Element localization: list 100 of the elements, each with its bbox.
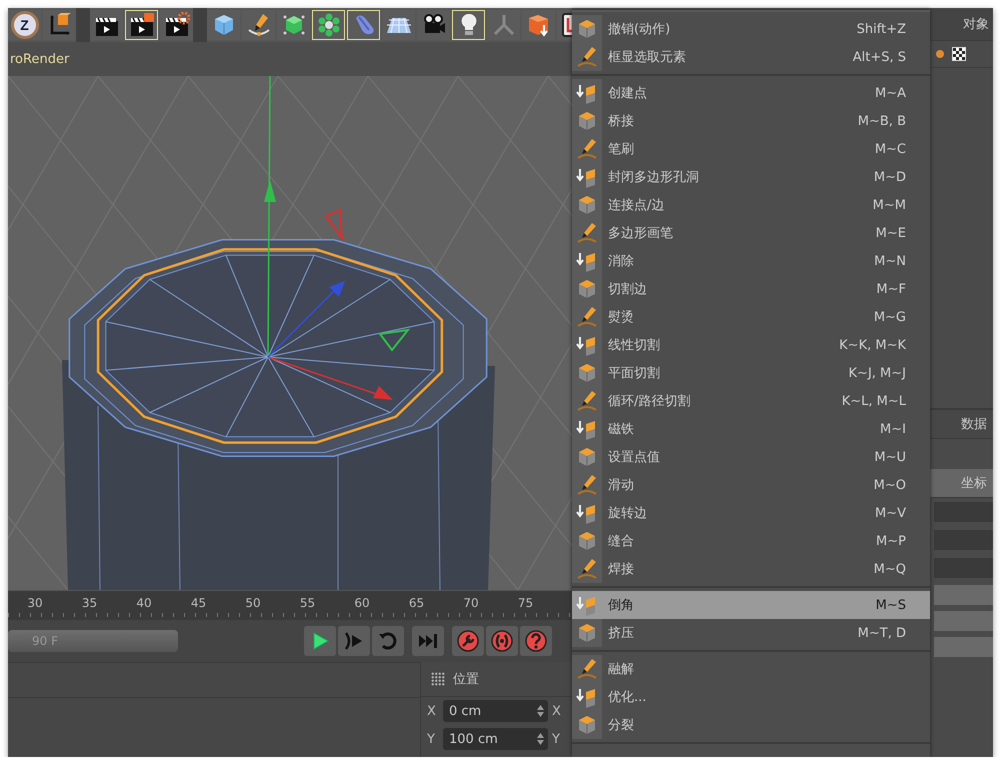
arrows-icon xyxy=(576,594,598,616)
pen-icon xyxy=(576,306,598,328)
checker-icon xyxy=(952,47,966,61)
menu-label: 分裂 xyxy=(607,717,635,734)
menu-label: 撤销(动作) xyxy=(607,21,672,38)
arrows-icon xyxy=(576,334,598,356)
shortcut-text: M~T, D xyxy=(858,626,907,640)
menu-label: 消除 xyxy=(607,253,635,270)
menu-label: 融解 xyxy=(607,661,635,678)
cube-icon xyxy=(576,362,598,384)
frame-number: 75 xyxy=(518,596,534,610)
shortcut-text: K~J, M~J xyxy=(848,366,907,380)
pen-icon xyxy=(576,138,598,160)
cube-icon xyxy=(576,194,598,216)
cube-icon xyxy=(576,446,598,468)
shortcut-text: M~S xyxy=(876,598,907,612)
axis-label: Y xyxy=(427,732,436,746)
toolbar-button[interactable] xyxy=(160,10,193,40)
menu-label: 框显选取元素 xyxy=(607,49,687,66)
cube-icon xyxy=(576,530,598,552)
menu-label: 熨烫 xyxy=(607,309,635,326)
pen-icon xyxy=(576,222,598,244)
shortcut-text: M~B, B xyxy=(858,114,907,128)
pen-icon xyxy=(576,46,598,68)
shortcut-text: M~G xyxy=(874,310,907,324)
shortcut-text: M~N xyxy=(874,254,907,268)
menu-label: 优化... xyxy=(607,689,648,706)
pen-icon xyxy=(246,12,272,38)
menu-label: 切割边 xyxy=(607,281,648,298)
menu-label: 设置点值 xyxy=(607,449,661,466)
playback-button[interactable] xyxy=(338,626,370,656)
menu-label: 缝合 xyxy=(607,533,635,550)
dot-icon xyxy=(936,50,944,58)
input-field[interactable] xyxy=(934,502,993,522)
shortcut-text: K~L, M~L xyxy=(842,394,907,408)
cube-icon xyxy=(576,278,598,300)
frame-number: 70 xyxy=(463,596,479,610)
menu-label: 多边形画笔 xyxy=(607,225,674,242)
menu-item[interactable]: 倒角 M~S xyxy=(572,591,930,619)
cube-icon xyxy=(576,110,598,132)
toolbar-button[interactable] xyxy=(43,10,76,40)
pen-icon xyxy=(576,558,598,580)
coordinate-field[interactable]: 0 cm xyxy=(443,700,548,722)
playback-button[interactable] xyxy=(372,626,404,656)
axis-label: X xyxy=(552,704,562,718)
spinner-icon xyxy=(537,733,544,745)
clapperboard-icon xyxy=(128,12,154,38)
playback-button[interactable] xyxy=(486,626,518,656)
playback-button[interactable] xyxy=(520,626,552,656)
shortcut-text: M~Q xyxy=(874,562,907,576)
spinner-icon xyxy=(537,705,544,717)
menu-label: 循环/路径切割 xyxy=(607,393,692,410)
menu-label: 平面切割 xyxy=(607,365,661,382)
tab[interactable]: 坐标 xyxy=(930,469,993,498)
key-icon xyxy=(457,630,479,652)
toolbar-button[interactable] xyxy=(417,10,450,40)
axis-label: X xyxy=(427,704,437,718)
arrows-icon xyxy=(576,418,598,440)
toolbar-button[interactable] xyxy=(522,10,555,40)
shortcut-text: M~A xyxy=(874,86,907,100)
shortcut-text: M~O xyxy=(874,478,907,492)
input-field[interactable] xyxy=(934,530,993,550)
cluster-icon xyxy=(316,12,342,38)
panel-header: 对象 xyxy=(963,16,989,33)
panel-title: 位置 xyxy=(453,671,479,688)
toolbar-button[interactable] xyxy=(125,10,158,40)
playback-button[interactable] xyxy=(412,626,444,656)
clapperboard-icon xyxy=(164,12,190,38)
cube-icon xyxy=(576,622,598,644)
property-bar xyxy=(934,585,993,605)
playback-button[interactable] xyxy=(452,626,484,656)
shortcut-text: M~E xyxy=(876,226,907,240)
playback-button[interactable] xyxy=(304,626,336,656)
arrows-icon xyxy=(576,166,598,188)
menu-label: 焊接 xyxy=(607,561,635,578)
shortcut-text: K~K, M~K xyxy=(839,338,907,352)
coordinate-field[interactable]: 100 cm xyxy=(443,728,548,750)
menu-label: 封闭多边形孔洞 xyxy=(607,169,700,186)
frame-number: 55 xyxy=(300,596,316,610)
help-icon xyxy=(525,630,547,652)
pen-icon xyxy=(576,390,598,412)
pen-icon xyxy=(576,474,598,496)
viewport-title: roRender xyxy=(9,52,70,66)
shortcut-text: Alt+S, S xyxy=(852,50,907,64)
arrows-icon xyxy=(576,686,598,708)
arrows-icon xyxy=(576,502,598,524)
pen-icon xyxy=(576,658,598,680)
loop-icon xyxy=(377,630,399,652)
axis-label: Y xyxy=(552,732,561,746)
toolbar-button[interactable] xyxy=(90,10,123,40)
input-field[interactable] xyxy=(934,558,993,578)
arrows-icon xyxy=(576,250,598,272)
menu-label: 磁铁 xyxy=(607,421,635,438)
menu-label: 滑动 xyxy=(607,477,635,494)
frame-number: 60 xyxy=(354,596,370,610)
shortcut-text: M~F xyxy=(876,282,907,296)
menu-label: 倒角 xyxy=(607,597,635,614)
property-bar xyxy=(934,637,993,657)
shortcut-text: M~V xyxy=(874,506,907,520)
shortcut-text: M~P xyxy=(876,534,907,548)
